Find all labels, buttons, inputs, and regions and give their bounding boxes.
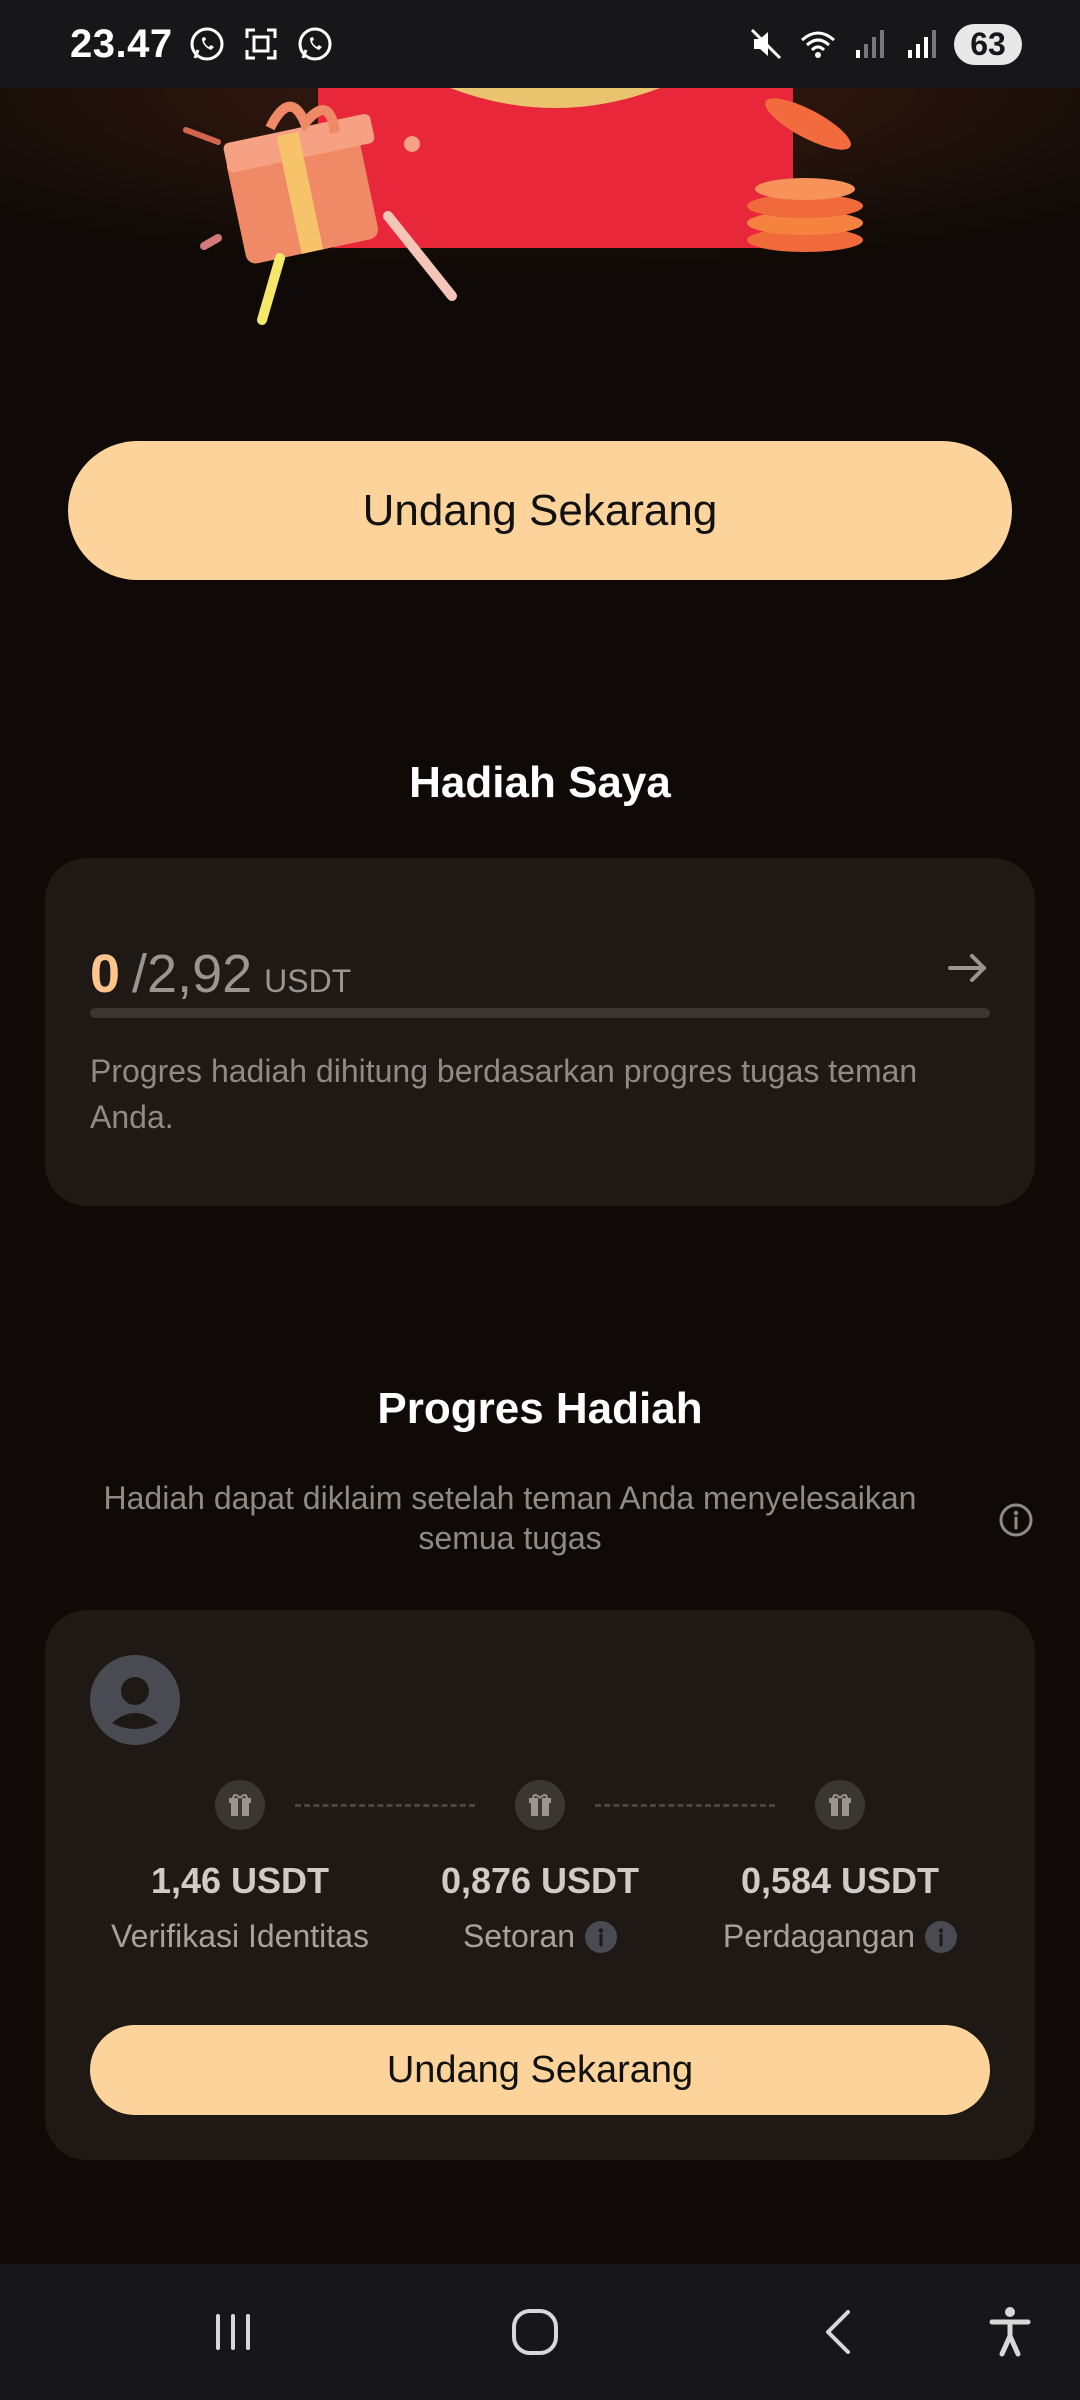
system-nav-bar — [0, 2264, 1080, 2400]
step-identity-verification: 1,46 USDT Verifikasi Identitas — [90, 1860, 390, 1955]
hero-illustration — [0, 88, 1080, 348]
my-rewards-title: Hadiah Saya — [409, 758, 671, 807]
step-connector — [295, 1804, 475, 1807]
accessibility-icon[interactable] — [980, 2302, 1040, 2362]
reward-progress-subtitle: Hadiah dapat diklaim setelah teman Anda … — [103, 1480, 917, 1556]
whatsapp-icon — [190, 27, 224, 61]
info-icon[interactable] — [925, 1920, 958, 1953]
my-rewards-card[interactable]: 0 /2,92 USDT Progres hadiah dihitung ber… — [45, 858, 1035, 1206]
reward-unit: USDT — [264, 963, 352, 999]
invite-now-button[interactable]: Undang Sekarang — [68, 441, 1012, 580]
step-value: 0,876 USDT — [440, 1860, 640, 1901]
avatar — [90, 1655, 180, 1745]
step-connector — [595, 1804, 775, 1807]
red-envelope-illustration — [0, 88, 1080, 348]
whatsapp-icon — [298, 27, 332, 61]
signal-icon — [908, 30, 936, 58]
gift-icon — [215, 1780, 265, 1830]
gift-icon — [515, 1780, 565, 1830]
status-time: 23.47 — [70, 21, 173, 66]
arrow-right-icon[interactable] — [946, 948, 990, 988]
info-icon[interactable] — [998, 1502, 1034, 1538]
back-icon[interactable] — [810, 2302, 870, 2362]
gift-icon — [815, 1780, 865, 1830]
step-label: Verifikasi Identitas — [111, 1918, 369, 1954]
step-label: Setoran — [462, 1918, 576, 1954]
reward-steps — [45, 1780, 1035, 1850]
recent-apps-icon[interactable] — [203, 2302, 263, 2362]
step-value: 1,46 USDT — [150, 1860, 330, 1901]
screenshot-icon — [245, 28, 277, 60]
step-label: Perdagangan — [722, 1918, 916, 1954]
home-icon[interactable] — [505, 2302, 565, 2362]
reward-progress-title: Progres Hadiah — [377, 1384, 703, 1433]
signal-icon — [856, 30, 884, 58]
reward-total: /2,92 — [132, 944, 253, 1004]
step-trading: 0,584 USDT Perdagangan — [690, 1860, 990, 1955]
wifi-icon — [801, 31, 835, 58]
mute-icon — [750, 28, 782, 60]
reward-amount: 0 /2,92 USDT — [90, 943, 351, 1005]
battery-indicator: 63 — [954, 23, 1022, 65]
reward-earned: 0 — [90, 944, 121, 1004]
reward-progress-card: 1,46 USDT Verifikasi Identitas 0,876 USD… — [45, 1610, 1035, 2160]
status-bar: 23.47 63 — [0, 0, 1080, 88]
info-icon[interactable] — [585, 1920, 618, 1953]
step-value: 0,584 USDT — [740, 1860, 940, 1901]
reward-description: Progres hadiah dihitung berdasarkan prog… — [90, 1053, 918, 1135]
step-deposit: 0,876 USDT Setoran — [390, 1860, 690, 1955]
reward-progress-bar — [90, 1008, 990, 1018]
invite-now-button[interactable]: Undang Sekarang — [90, 2025, 990, 2115]
